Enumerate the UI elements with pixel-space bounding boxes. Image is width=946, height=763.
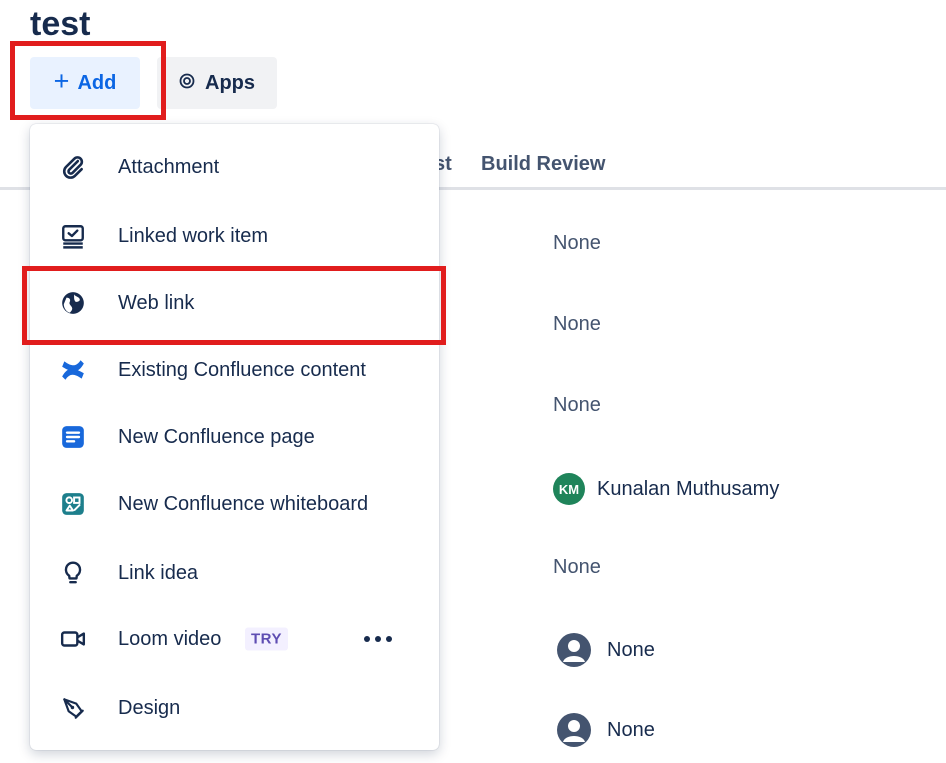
menu-item-loom-video[interactable]: Loom video TRY xyxy=(30,606,439,672)
table-cell: None xyxy=(553,313,601,336)
lightbulb-icon xyxy=(58,558,88,588)
table-cell[interactable]: None xyxy=(553,709,655,751)
more-options-icon[interactable] xyxy=(360,624,396,654)
design-pen-icon xyxy=(58,693,88,723)
menu-item-label: Existing Confluence content xyxy=(118,358,366,381)
menu-item-web-link[interactable]: Web link xyxy=(30,270,439,336)
apps-button[interactable]: Apps xyxy=(157,57,277,109)
table-cell[interactable]: KM Kunalan Muthusamy xyxy=(553,473,779,505)
menu-item-linked-work-item[interactable]: Linked work item xyxy=(30,203,439,269)
person-icon xyxy=(553,629,595,671)
linked-work-item-icon xyxy=(58,221,88,251)
video-camera-icon xyxy=(58,624,88,654)
menu-item-label: New Confluence page xyxy=(118,425,315,448)
menu-item-existing-confluence-content[interactable]: Existing Confluence content xyxy=(30,337,439,403)
table-cell: None xyxy=(553,394,601,417)
table-cell: None xyxy=(553,556,601,579)
menu-item-label: Web link xyxy=(118,291,195,314)
confluence-page-icon xyxy=(58,422,88,452)
globe-icon xyxy=(58,288,88,318)
apps-button-label: Apps xyxy=(205,71,255,94)
issue-view: test + Add Apps st Build Review None Non… xyxy=(0,0,946,763)
menu-item-design[interactable]: Design xyxy=(30,675,439,741)
menu-item-label: New Confluence whiteboard xyxy=(118,492,369,515)
avatar: KM xyxy=(553,473,585,505)
confluence-whiteboard-icon xyxy=(58,489,88,519)
add-button[interactable]: + Add xyxy=(30,57,140,109)
assignee-name: Kunalan Muthusamy xyxy=(597,477,780,500)
menu-item-link-idea[interactable]: Link idea xyxy=(30,540,439,606)
table-cell: None xyxy=(553,232,601,255)
cell-value: None xyxy=(607,718,655,741)
menu-item-label: Design xyxy=(118,696,181,719)
cell-value: None xyxy=(553,232,601,254)
paperclip-icon xyxy=(58,152,88,182)
cell-value: None xyxy=(607,638,655,661)
plus-icon: + xyxy=(53,66,70,96)
cell-value: None xyxy=(553,556,601,578)
try-badge: TRY xyxy=(245,627,288,651)
issue-title[interactable]: test xyxy=(30,2,90,46)
menu-item-new-confluence-page[interactable]: New Confluence page xyxy=(30,404,439,470)
apps-icon xyxy=(179,72,195,95)
add-button-label: Add xyxy=(77,71,117,94)
menu-item-attachment[interactable]: Attachment xyxy=(30,134,439,200)
column-header-build-review[interactable]: Build Review xyxy=(481,153,605,176)
menu-item-label: Loom video xyxy=(118,627,222,650)
confluence-icon xyxy=(58,355,88,385)
table-cell[interactable]: None xyxy=(553,629,655,671)
add-dropdown-menu: Attachment Linked work item Web link Exi… xyxy=(30,124,439,750)
menu-item-new-confluence-whiteboard[interactable]: New Confluence whiteboard xyxy=(30,471,439,537)
cell-value: None xyxy=(553,313,601,335)
menu-item-label: Link idea xyxy=(118,561,199,584)
cell-value: None xyxy=(553,394,601,416)
menu-item-label: Linked work item xyxy=(118,224,269,247)
menu-item-label: Attachment xyxy=(118,155,220,178)
person-icon xyxy=(553,709,595,751)
